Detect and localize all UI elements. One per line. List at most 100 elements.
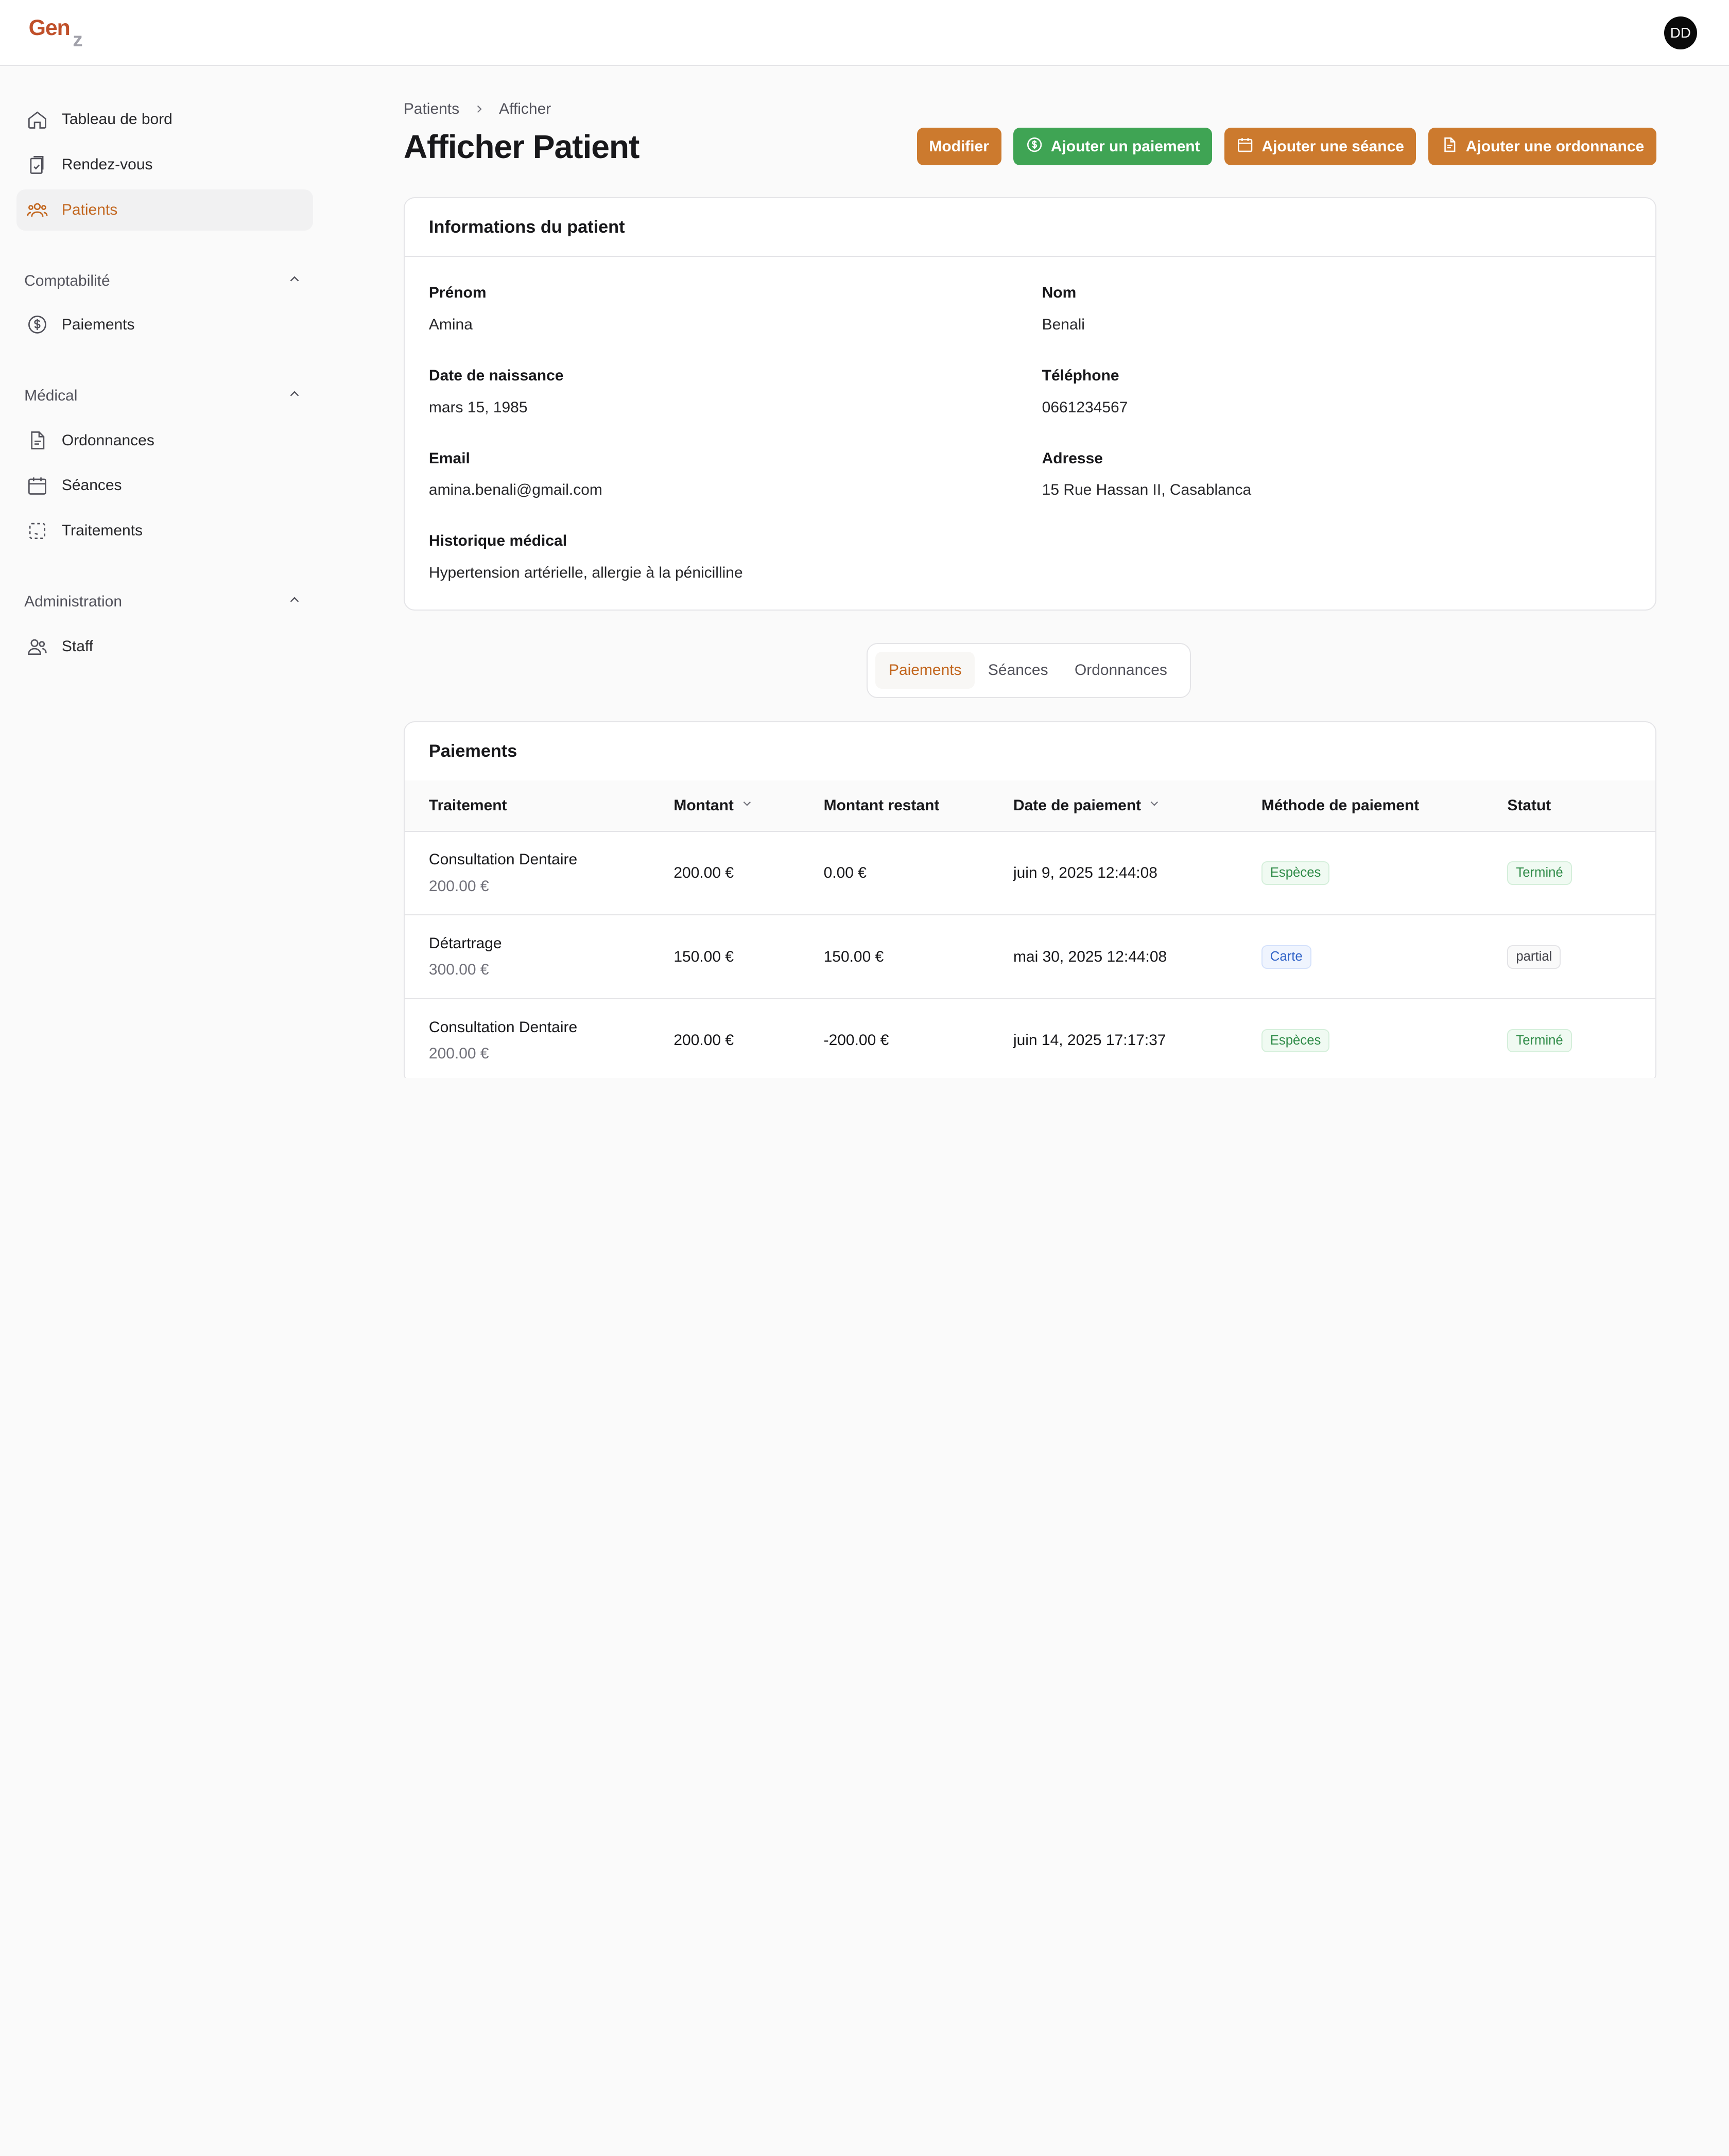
add-prescription-button-label: Ajouter une ordonnance [1465,137,1645,155]
cell-method: Espèces [1261,831,1508,916]
sidebar-item-dashboard[interactable]: Tableau de bord [16,99,313,140]
cell-treatment: Consultation Dentaire 200.00 € [404,999,674,1079]
payments-card: Paiements Traitement Montant Montant res… [403,721,1656,1079]
cell-remaining: -200.00 € [823,999,1013,1079]
cell-treatment: Consultation Dentaire 200.00 € [404,831,674,916]
calendar-icon [1236,136,1261,158]
column-payment-date[interactable]: Date de paiement [1013,780,1261,832]
patient-info-card: Informations du patient Prénom Amina Nom… [403,197,1656,611]
sidebar-item-label: Traitements [61,522,143,540]
sidebar-item-label: Tableau de bord [61,111,172,128]
cell-remaining: 0.00 € [823,831,1013,916]
cell-method: Carte [1261,915,1508,1000]
chevron-down-icon [734,797,754,814]
cell-remaining: 150.00 € [823,915,1013,1000]
column-status: Statut [1507,780,1655,832]
field-value: amina.benali@gmail.com [428,481,602,499]
field-value: Amina [428,316,473,334]
section-title-text: Administration [24,593,122,610]
cell-amount: 150.00 € [673,915,824,1000]
column-payment-method: Méthode de paiement [1261,780,1508,832]
field-value: 0661234567 [1042,398,1128,416]
top-bar: Gen z DD [0,0,1729,66]
staff-icon [25,634,49,658]
logo[interactable]: Gen z [28,15,83,51]
method-badge: Espèces [1261,1029,1330,1053]
status-badge: partial [1507,945,1561,969]
cell-date: juin 14, 2025 17:17:37 [1013,999,1261,1079]
sidebar-item-label: Séances [61,477,122,494]
scan-icon [25,519,49,543]
column-remaining: Montant restant [823,780,1013,832]
table-row[interactable]: Consultation Dentaire 200.00 € 200.00 € … [404,999,1655,1079]
sidebar-item-label: Rendez-vous [61,156,153,173]
sidebar-item-payments[interactable]: Paiements [16,304,313,345]
add-prescription-button[interactable]: Ajouter une ordonnance [1428,128,1656,166]
method-badge: Espèces [1261,861,1330,885]
field-label: Historique médical [428,532,567,550]
treatment-name: Détartrage [428,935,502,952]
field-label: Téléphone [1042,367,1119,384]
tab-payments[interactable]: Paiements [875,651,975,689]
status-badge: Terminé [1507,861,1572,885]
section-medical[interactable]: Médical [24,386,302,406]
sidebar-item-prescriptions[interactable]: Ordonnances [16,420,313,461]
column-label: Montant [673,796,734,814]
method-badge: Carte [1261,945,1311,969]
section-title-text: Médical [24,387,78,404]
chevron-up-icon [287,592,302,612]
field-label: Adresse [1042,449,1103,467]
sidebar-item-label: Paiements [61,316,135,333]
payments-table: Traitement Montant Montant restant Date … [404,780,1655,1079]
chevron-down-icon [1141,797,1161,814]
document-icon [1441,136,1466,158]
cell-amount: 200.00 € [673,831,824,916]
breadcrumb-parent-link[interactable]: Patients [404,100,459,118]
cell-method: Espèces [1261,999,1508,1079]
chevron-up-icon [287,271,302,291]
section-title-text: Comptabilité [24,272,110,289]
cell-treatment: Détartrage 300.00 € [404,915,674,1000]
home-icon [25,108,49,132]
field-value: mars 15, 1985 [428,398,528,416]
section-administration[interactable]: Administration [24,592,302,612]
payments-title: Paiements [428,741,517,761]
field-email: Email amina.benali@gmail.com [429,450,602,499]
calendar-icon [25,474,49,498]
cell-date: juin 9, 2025 12:44:08 [1013,831,1261,916]
field-value: Hypertension artérielle, allergie à la p… [428,564,743,582]
tab-prescriptions[interactable]: Ordonnances [1061,652,1180,689]
sidebar-item-treatments[interactable]: Traitements [16,511,313,551]
document-icon [25,428,49,453]
add-session-button[interactable]: Ajouter une séance [1224,128,1416,166]
add-payment-button[interactable]: Ajouter un paiement [1013,128,1213,166]
avatar[interactable]: DD [1664,16,1697,50]
chevron-up-icon [287,386,302,406]
dollar-circle-icon [1026,136,1051,158]
column-amount[interactable]: Montant [673,780,824,832]
logo-sub-text: z [73,28,83,51]
breadcrumb-current: Afficher [499,100,551,117]
table-row[interactable]: Détartrage 300.00 € 150.00 € 150.00 € ma… [404,915,1655,1000]
sidebar-item-patients[interactable]: Patients [16,189,314,231]
treatment-price: 200.00 € [428,877,489,895]
section-accounting[interactable]: Comptabilité [24,271,302,291]
sidebar-item-appointments[interactable]: Rendez-vous [16,145,313,185]
edit-button[interactable]: Modifier [917,128,1001,166]
action-bar: Modifier Ajouter un paiement Ajouter une… [917,128,1656,166]
logo-main-text: Gen [28,15,71,40]
edit-button-label: Modifier [929,137,989,155]
column-label: Date de paiement [1013,796,1142,814]
sidebar-item-sessions[interactable]: Séances [16,465,313,506]
field-value: 15 Rue Hassan II, Casablanca [1042,481,1252,499]
users-icon [25,198,49,222]
sidebar-item-staff[interactable]: Staff [16,626,313,667]
status-badge: Terminé [1507,1029,1572,1053]
column-treatment: Traitement [404,780,674,832]
tab-sessions[interactable]: Séances [975,652,1061,689]
table-row[interactable]: Consultation Dentaire 200.00 € 200.00 € … [404,831,1655,916]
chevron-right-icon [473,102,486,116]
field-address: Adresse 15 Rue Hassan II, Casablanca [1042,450,1251,499]
cell-amount: 200.00 € [673,999,824,1079]
dollar-circle-icon [25,312,49,337]
